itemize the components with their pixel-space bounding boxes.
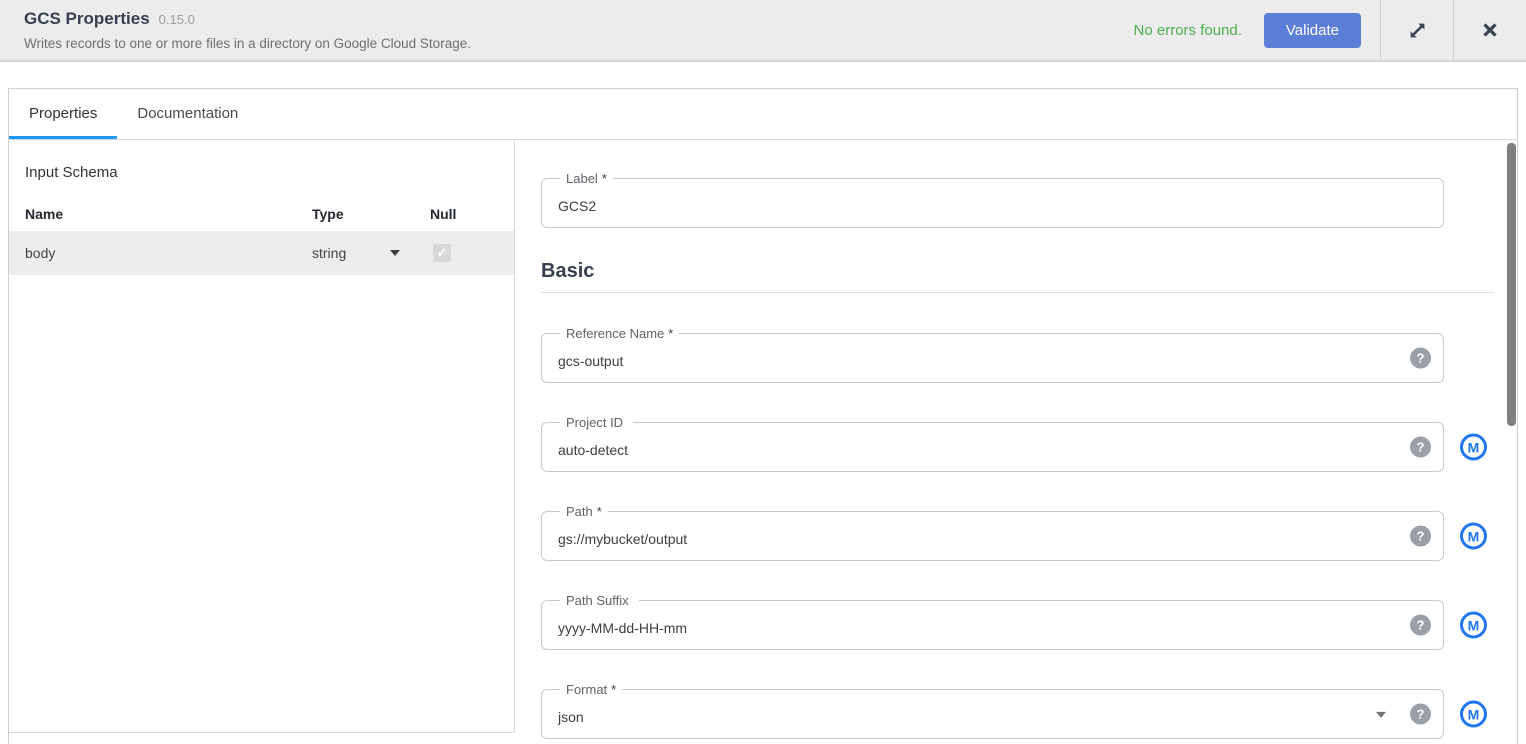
schema-col-type: Type	[312, 206, 390, 222]
plugin-version: 0.15.0	[159, 12, 195, 27]
help-icon[interactable]: ?	[1410, 437, 1431, 458]
label-input[interactable]	[542, 179, 1443, 227]
path-input[interactable]	[542, 512, 1443, 560]
schema-row: body string ✓	[9, 231, 514, 275]
macro-toggle-icon[interactable]: M	[1460, 701, 1487, 728]
type-dropdown-caret-icon[interactable]	[390, 250, 400, 256]
tab-properties[interactable]: Properties	[9, 89, 117, 139]
check-icon: ✓	[437, 245, 448, 261]
schema-field-type: string	[312, 245, 390, 261]
close-icon	[1479, 19, 1501, 41]
schema-column-headers: Name Type Null	[9, 203, 514, 225]
path-suffix-input[interactable]	[542, 601, 1443, 649]
reference-name-field-group: Reference Name* ?	[541, 333, 1444, 383]
properties-modal: Properties Documentation Input Schema Na…	[8, 88, 1518, 744]
required-asterisk: *	[597, 504, 602, 519]
expand-icon	[1405, 18, 1430, 43]
header-title-block: GCS Properties 0.15.0 Writes records to …	[0, 0, 471, 60]
nullable-checkbox[interactable]: ✓	[433, 244, 451, 262]
required-asterisk: *	[668, 326, 673, 341]
header-actions: No errors found. Validate	[1134, 0, 1526, 60]
plugin-config-form: Label* Basic Reference Name* ? Proj	[515, 140, 1517, 744]
project-id-field-group: Project ID ? M	[541, 422, 1444, 472]
path-field-group: Path* ? M	[541, 511, 1444, 561]
expand-button[interactable]	[1380, 0, 1453, 60]
plugin-description: Writes records to one or more files in a…	[24, 36, 471, 51]
path-suffix-field-group: Path Suffix ? M	[541, 600, 1444, 650]
schema-col-name: Name	[25, 206, 312, 222]
help-icon[interactable]: ?	[1410, 615, 1431, 636]
tab-bar: Properties Documentation	[9, 89, 1517, 140]
macro-toggle-icon[interactable]: M	[1460, 612, 1487, 639]
basic-section-heading: Basic	[541, 260, 1494, 293]
chevron-down-icon[interactable]	[1376, 712, 1386, 718]
section-divider	[541, 292, 1494, 293]
help-icon[interactable]: ?	[1410, 704, 1431, 725]
schema-col-null: Null	[430, 206, 498, 222]
format-select[interactable]	[542, 690, 1443, 738]
input-schema-title: Input Schema	[25, 164, 514, 181]
macro-toggle-icon[interactable]: M	[1460, 434, 1487, 461]
scrollbar-thumb[interactable]	[1507, 143, 1516, 426]
schema-field-name: body	[25, 245, 312, 261]
validation-status: No errors found.	[1134, 22, 1242, 39]
macro-toggle-icon[interactable]: M	[1460, 523, 1487, 550]
dialog-header: GCS Properties 0.15.0 Writes records to …	[0, 0, 1526, 62]
help-icon[interactable]: ?	[1410, 526, 1431, 547]
required-asterisk: *	[602, 171, 607, 186]
validate-button[interactable]: Validate	[1264, 13, 1361, 48]
page-title: GCS Properties	[24, 9, 150, 29]
section-title: Basic	[541, 260, 1494, 283]
required-asterisk: *	[611, 682, 616, 697]
label-field-group: Label*	[541, 178, 1444, 228]
format-field-group: Format* ? M	[541, 689, 1444, 739]
help-icon[interactable]: ?	[1410, 348, 1431, 369]
input-schema-panel: Input Schema Name Type Null body string …	[9, 140, 515, 733]
close-button[interactable]	[1453, 0, 1526, 60]
tab-documentation[interactable]: Documentation	[117, 89, 258, 139]
label-field-label: Label*	[560, 171, 613, 187]
project-id-input[interactable]	[542, 423, 1443, 471]
